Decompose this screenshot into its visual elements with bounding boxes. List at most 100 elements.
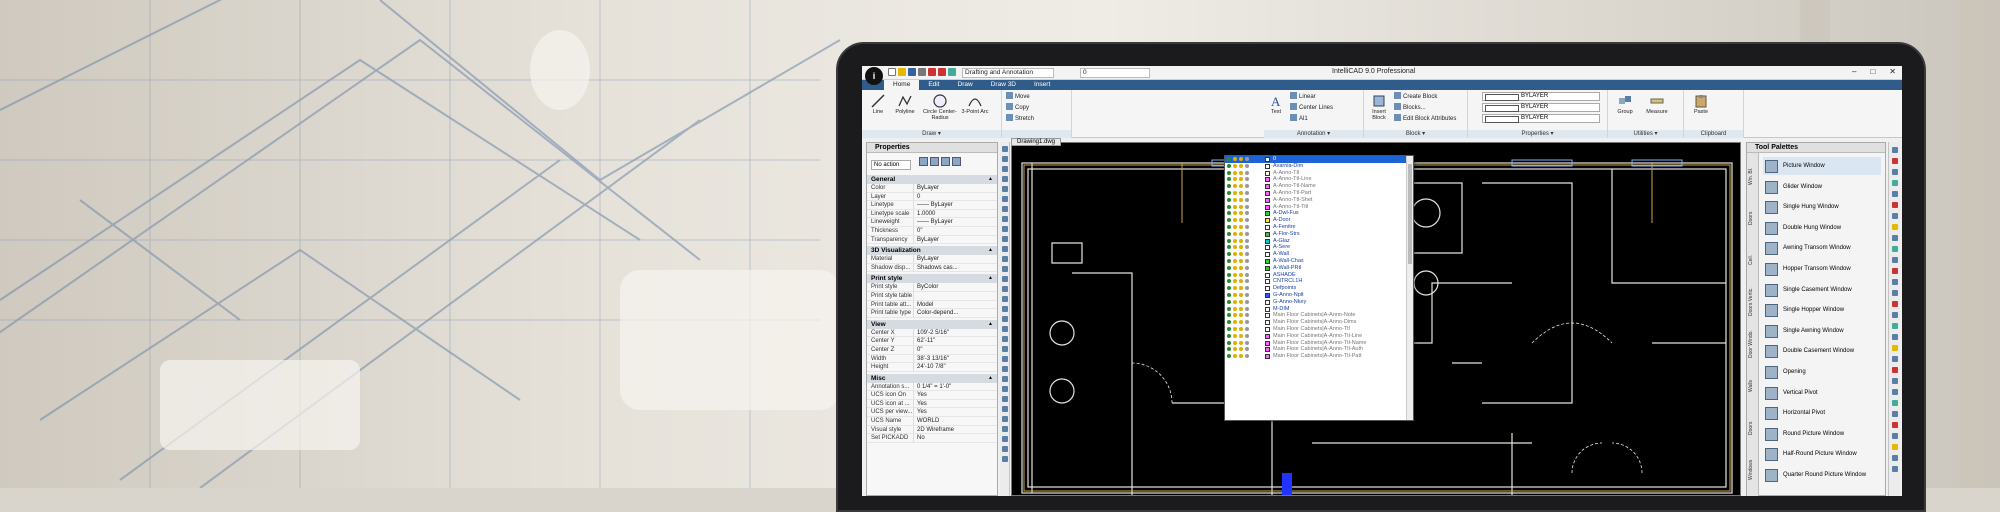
property-row[interactable]: Print table type Color-depend... (867, 309, 997, 318)
layer-freeze-icon[interactable] (1233, 347, 1237, 352)
paste-button[interactable]: Paste (1690, 94, 1712, 115)
property-value[interactable]: ByLayer (913, 235, 997, 244)
layer-lock-icon[interactable] (1239, 211, 1243, 216)
color-select[interactable]: BYLAYER (1482, 92, 1600, 101)
layer-list-item[interactable]: A-Sere (1225, 244, 1413, 251)
selection-filter-select[interactable]: No action (871, 160, 911, 170)
property-row[interactable]: Height 24'-10 7/8" (867, 363, 997, 372)
layer-lock-icon[interactable] (1239, 326, 1243, 331)
layer-list-item[interactable]: Main Floor Cabinets|A-Anno-Ttl-Name (1225, 340, 1413, 347)
palette-item[interactable]: Awning Transom Window (1763, 239, 1881, 257)
tool-icon[interactable] (1001, 146, 1008, 152)
palette-item[interactable]: Half-Round Picture Window (1763, 445, 1881, 463)
layer-list-item[interactable]: ASHADE (1225, 272, 1413, 279)
tool-icon[interactable] (1891, 180, 1898, 186)
block-group-label[interactable]: Block ▾ (1364, 130, 1467, 138)
layer-freeze-icon[interactable] (1233, 218, 1237, 223)
layer-lock-icon[interactable] (1239, 320, 1243, 325)
layer-on-icon[interactable] (1227, 340, 1231, 345)
property-value[interactable]: 0 (913, 192, 997, 201)
layer-freeze-icon[interactable] (1233, 224, 1237, 229)
layer-print-icon[interactable] (1245, 224, 1249, 229)
tool-icon[interactable] (1891, 356, 1898, 362)
layer-lock-icon[interactable] (1239, 292, 1243, 297)
redo-icon[interactable] (938, 68, 946, 76)
layer-lock-icon[interactable] (1239, 238, 1243, 243)
property-value[interactable]: 24'-10 7/8" (913, 363, 997, 371)
layer-print-icon[interactable] (1245, 163, 1249, 168)
layer-list-item[interactable]: A-Dwl-Fus (1225, 210, 1413, 217)
property-value[interactable]: 0" (913, 345, 997, 354)
tool-icon[interactable] (1001, 246, 1008, 252)
palette-tab[interactable]: Ceil. (1748, 241, 1758, 279)
selected-object[interactable] (1282, 473, 1292, 496)
tool-icon[interactable] (1001, 366, 1008, 372)
property-row[interactable]: UCS Name WORLD (867, 417, 997, 426)
layer-on-icon[interactable] (1227, 347, 1231, 352)
tool-icon[interactable] (1001, 206, 1008, 212)
select-objects-icon[interactable] (930, 157, 940, 166)
layer-on-icon[interactable] (1227, 238, 1231, 243)
layer-combo[interactable]: 0 (1080, 68, 1150, 78)
layer-lock-icon[interactable] (1239, 272, 1243, 277)
property-value[interactable]: ByColor (913, 283, 997, 291)
layer-on-icon[interactable] (1227, 184, 1231, 189)
property-value[interactable]: 38'-3 13/16" (913, 354, 997, 363)
layer-on-icon[interactable] (1227, 279, 1231, 284)
layer-on-icon[interactable] (1227, 320, 1231, 325)
tab-edit[interactable]: Edit (919, 80, 948, 90)
palette-item[interactable]: Single Hopper Window (1763, 301, 1881, 319)
property-value[interactable]: 1.0000 (913, 209, 997, 218)
tool-icon[interactable] (1891, 312, 1898, 318)
layer-print-icon[interactable] (1245, 204, 1249, 209)
palette-item[interactable]: Vertical Pivot (1763, 384, 1881, 402)
layer-freeze-icon[interactable] (1233, 252, 1237, 257)
layer-on-icon[interactable] (1227, 231, 1231, 236)
tool-icon[interactable] (1891, 367, 1898, 373)
layer-print-icon[interactable] (1245, 265, 1249, 270)
layer-freeze-icon[interactable] (1233, 265, 1237, 270)
layer-print-icon[interactable] (1245, 231, 1249, 236)
layer-print-icon[interactable] (1245, 299, 1249, 304)
layer-lock-icon[interactable] (1239, 347, 1243, 352)
layer-list-item[interactable]: A-Glaz (1225, 238, 1413, 245)
property-value[interactable]: ByLayer (913, 184, 997, 192)
layer-on-icon[interactable] (1227, 258, 1231, 263)
property-row[interactable]: Annotation s... 0 1/4" = 1'-0" (867, 382, 997, 392)
tool-icon[interactable] (1001, 356, 1008, 362)
layer-print-icon[interactable] (1245, 272, 1249, 277)
tool-icon[interactable] (1001, 216, 1008, 222)
tool-icon[interactable] (1001, 276, 1008, 282)
layer-on-icon[interactable] (1227, 190, 1231, 195)
layer-on-icon[interactable] (1227, 333, 1231, 338)
tool-icon[interactable] (1891, 389, 1898, 395)
palette-tab[interactable]: Doors (1748, 199, 1758, 237)
tool-icon[interactable] (1891, 433, 1898, 439)
layer-on-icon[interactable] (1227, 286, 1231, 291)
lineweight-select[interactable]: BYLAYER (1482, 114, 1600, 123)
stretch-button[interactable]: Stretch (1006, 114, 1034, 123)
layer-print-icon[interactable] (1245, 292, 1249, 297)
draw-group-label[interactable]: Draw ▾ (862, 130, 1001, 138)
palette-tab[interactable]: Doors Vertic. (1748, 283, 1758, 321)
settings-icon[interactable] (948, 68, 956, 76)
layer-print-icon[interactable] (1245, 347, 1249, 352)
layer-print-icon[interactable] (1245, 245, 1249, 250)
property-value[interactable]: 109'-2 5/16" (913, 328, 997, 337)
layer-on-icon[interactable] (1227, 211, 1231, 216)
layer-freeze-icon[interactable] (1233, 197, 1237, 202)
layer-freeze-icon[interactable] (1233, 231, 1237, 236)
layer-list-item[interactable]: Main Floor Cabinets|A-Anno-Ttl (1225, 326, 1413, 333)
tool-icon[interactable] (1891, 147, 1898, 153)
tool-icon[interactable] (1001, 426, 1008, 432)
palette-item[interactable]: Double Hung Window (1763, 219, 1881, 237)
property-row[interactable]: UCS icon On Yes (867, 391, 997, 400)
layer-print-icon[interactable] (1245, 326, 1249, 331)
layer-print-icon[interactable] (1245, 157, 1249, 161)
tool-icon[interactable] (1001, 386, 1008, 392)
tool-icon[interactable] (1001, 176, 1008, 182)
tool-icon[interactable] (1001, 376, 1008, 382)
property-value[interactable]: ByLayer (913, 255, 997, 263)
annotation-group-label[interactable]: Annotation ▾ (1264, 130, 1363, 138)
tool-icon[interactable] (1891, 455, 1898, 461)
